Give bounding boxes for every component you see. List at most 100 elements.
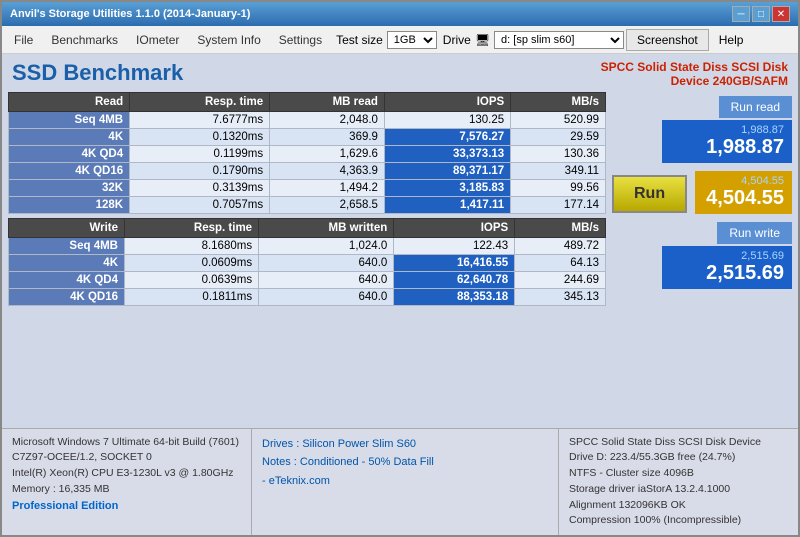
ssd-title: SSD Benchmark: [12, 60, 183, 86]
read-row-label: 32K: [9, 180, 130, 197]
menu-help[interactable]: Help: [711, 30, 752, 50]
read-score-block: Run read 1,988.87 1,988.87: [612, 96, 792, 163]
read-mb: 2,048.0: [270, 112, 385, 129]
col-iops-read: IOPS: [384, 93, 510, 112]
col-resp-time-w: Resp. time: [125, 219, 259, 238]
bottom-right-line: Drive D: 223.4/55.3GB free (24.7%): [569, 450, 788, 466]
write-table-row: 4K QD4 0.0639ms 640.0 62,640.78 244.69: [9, 272, 606, 289]
right-panel: Run read 1,988.87 1,988.87 Run 4,504.55 …: [612, 92, 792, 424]
read-iops: 7,576.27: [384, 129, 510, 146]
bottom-right-line: Alignment 132096KB OK: [569, 498, 788, 514]
read-score-small: 1,988.87: [670, 124, 784, 136]
read-mb: 1,494.2: [270, 180, 385, 197]
bottom-left-line: Microsoft Windows 7 Ultimate 64-bit Buil…: [12, 435, 241, 451]
write-table-row: 4K 0.0609ms 640.0 16,416.55 64.13: [9, 255, 606, 272]
col-mb-read: MB read: [270, 93, 385, 112]
bottom-left-line: Intel(R) Xeon(R) CPU E3-1230L v3 @ 1.80G…: [12, 466, 241, 482]
write-score-block: Run write 2,515.69 2,515.69: [612, 222, 792, 289]
read-resp-time: 0.1790ms: [130, 163, 270, 180]
read-score-box: 1,988.87 1,988.87: [662, 120, 792, 163]
run-read-button[interactable]: Run read: [719, 96, 792, 118]
write-row-label: 4K QD16: [9, 289, 125, 306]
read-table: Read Resp. time MB read IOPS MB/s Seq 4M…: [8, 92, 606, 214]
read-mbs: 349.11: [511, 163, 606, 180]
menu-iometer[interactable]: IOmeter: [128, 30, 187, 50]
bottom-right-line: SPCC Solid State Diss SCSI Disk Device: [569, 435, 788, 451]
close-button[interactable]: ✕: [772, 6, 790, 22]
bottom-left-line: C7Z97-OCEE/1.2, SOCKET 0: [12, 450, 241, 466]
ssd-header: SSD Benchmark SPCC Solid State Diss SCSI…: [2, 54, 798, 92]
write-resp-time: 8.1680ms: [125, 238, 259, 255]
center-line1: Drives : Silicon Power Slim S60: [262, 435, 548, 454]
minimize-button[interactable]: ─: [732, 6, 750, 22]
read-mbs: 29.59: [511, 129, 606, 146]
test-size-select[interactable]: 1GB: [387, 31, 437, 49]
drive-group: Drive 🖥 d: [sp slim s60]: [443, 31, 624, 49]
window-title: Anvil's Storage Utilities 1.1.0 (2014-Ja…: [10, 8, 250, 20]
device-line1: SPCC Solid State Diss SCSI Disk: [601, 60, 788, 74]
bottom-bar: Microsoft Windows 7 Ultimate 64-bit Buil…: [2, 428, 798, 536]
drive-icon: 🖥: [475, 33, 490, 47]
run-write-button[interactable]: Run write: [717, 222, 792, 244]
col-iops-write: IOPS: [394, 219, 515, 238]
title-bar: Anvil's Storage Utilities 1.1.0 (2014-Ja…: [2, 2, 798, 26]
total-score-small: 4,504.55: [703, 175, 784, 187]
total-score-box: 4,504.55 4,504.55: [695, 171, 792, 214]
write-row-label: Seq 4MB: [9, 238, 125, 255]
col-read: Read: [9, 93, 130, 112]
run-button[interactable]: Run: [612, 175, 687, 213]
write-mbs: 244.69: [515, 272, 606, 289]
read-resp-time: 0.3139ms: [130, 180, 270, 197]
bottom-right-line: NTFS - Cluster size 4096B: [569, 466, 788, 482]
menu-system-info[interactable]: System Info: [189, 30, 268, 50]
read-iops: 89,371.17: [384, 163, 510, 180]
read-row-label: 4K QD4: [9, 146, 130, 163]
read-mb: 4,363.9: [270, 163, 385, 180]
center-line2: Notes : Conditioned - 50% Data Fill: [262, 453, 548, 472]
read-iops: 1,417.11: [384, 197, 510, 214]
read-row-label: 128K: [9, 197, 130, 214]
screenshot-button[interactable]: Screenshot: [626, 29, 709, 51]
menu-settings[interactable]: Settings: [271, 30, 330, 50]
bottom-left: Microsoft Windows 7 Ultimate 64-bit Buil…: [2, 429, 252, 536]
main-window: Anvil's Storage Utilities 1.1.0 (2014-Ja…: [0, 0, 800, 537]
write-iops: 122.43: [394, 238, 515, 255]
bottom-center: Drives : Silicon Power Slim S60 Notes : …: [252, 429, 558, 536]
col-mbs-write: MB/s: [515, 219, 606, 238]
menu-file[interactable]: File: [6, 30, 41, 50]
menu-bar: File Benchmarks IOmeter System Info Sett…: [2, 26, 798, 54]
write-mbs: 489.72: [515, 238, 606, 255]
write-score-large: 2,515.69: [670, 262, 784, 285]
read-table-row: 4K QD4 0.1199ms 1,629.6 33,373.13 130.36: [9, 146, 606, 163]
write-resp-time: 0.1811ms: [125, 289, 259, 306]
write-iops: 88,353.18: [394, 289, 515, 306]
professional-edition-label: Professional Edition: [12, 498, 241, 515]
read-table-row: 128K 0.7057ms 2,658.5 1,417.11 177.14: [9, 197, 606, 214]
menu-benchmarks[interactable]: Benchmarks: [43, 30, 126, 50]
main-content: Read Resp. time MB read IOPS MB/s Seq 4M…: [2, 92, 798, 428]
write-row-label: 4K QD4: [9, 272, 125, 289]
write-iops: 62,640.78: [394, 272, 515, 289]
read-table-row: 4K QD16 0.1790ms 4,363.9 89,371.17 349.1…: [9, 163, 606, 180]
read-mb: 369.9: [270, 129, 385, 146]
read-mbs: 130.36: [511, 146, 606, 163]
read-resp-time: 0.1320ms: [130, 129, 270, 146]
window-controls: ─ □ ✕: [732, 6, 790, 22]
device-line2: Device 240GB/SAFM: [601, 74, 788, 88]
device-info: SPCC Solid State Diss SCSI Disk Device 2…: [601, 60, 788, 88]
center-line3: - eTeknix.com: [262, 472, 548, 491]
read-mbs: 520.99: [511, 112, 606, 129]
write-table-row: 4K QD16 0.1811ms 640.0 88,353.18 345.13: [9, 289, 606, 306]
drive-label: Drive: [443, 33, 471, 47]
bottom-left-line: Memory : 16,335 MB: [12, 482, 241, 498]
maximize-button[interactable]: □: [752, 6, 770, 22]
read-table-row: 4K 0.1320ms 369.9 7,576.27 29.59: [9, 129, 606, 146]
col-mbs-read: MB/s: [511, 93, 606, 112]
drive-select[interactable]: d: [sp slim s60]: [494, 31, 624, 49]
write-resp-time: 0.0609ms: [125, 255, 259, 272]
read-mb: 1,629.6: [270, 146, 385, 163]
read-row-label: 4K QD16: [9, 163, 130, 180]
read-mbs: 177.14: [511, 197, 606, 214]
col-write: Write: [9, 219, 125, 238]
read-iops: 3,185.83: [384, 180, 510, 197]
